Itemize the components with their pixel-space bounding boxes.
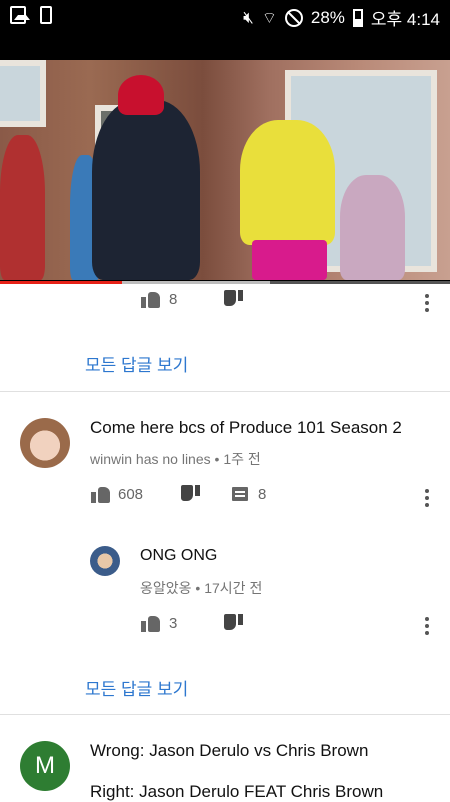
battery-icon [352,8,363,27]
comment-time: 1주 전 [223,451,261,467]
reply-count: 8 [258,485,267,503]
thumbs-up-icon[interactable] [141,614,161,632]
battery-percent: 28% [310,7,345,27]
blocked-icon [284,8,303,27]
divider [0,391,450,392]
video-progress-bar[interactable] [0,281,450,284]
like-count: 3 [169,614,178,632]
gallery-icon [10,6,30,24]
thumbs-down-icon[interactable] [180,485,200,503]
reply-text: ONG ONG [140,547,218,564]
thumbs-up-icon[interactable] [91,485,111,503]
comment-text: Come here bcs of Produce 101 Season 2 [90,418,402,437]
reply-icon[interactable] [232,487,248,501]
comment-text-line1: Wrong: Jason Derulo vs Chris Brown [90,741,369,760]
avatar[interactable] [20,418,70,468]
thumbs-down-icon[interactable] [223,290,243,308]
reply-actions: 3 [141,614,243,632]
status-bar: 🔇︎ ⌔ 28% 오후 4:14 [0,0,450,32]
view-all-replies-link[interactable]: 모든 답글 보기 [85,351,188,376]
thumbs-up-icon[interactable] [141,290,161,308]
video-frame [0,60,450,280]
phone-icon [40,6,52,24]
reply-meta: 옹알았옹 • 17시간 전 [140,580,263,596]
like-count: 608 [118,485,144,503]
avatar[interactable] [90,546,120,576]
reply-time: 17시간 전 [204,580,263,596]
view-all-replies-link[interactable]: 모든 답글 보기 [85,675,188,700]
clock: 오후 4:14 [370,10,440,29]
comment-author[interactable]: winwin has no lines [90,451,211,467]
video-player[interactable] [0,32,450,284]
reply-author[interactable]: 옹알았옹 [140,580,192,596]
reply-actions: 8 [141,290,243,308]
comment-meta: winwin has no lines • 1주 전 [90,451,261,467]
progress-buffered [121,281,270,284]
wifi-icon: ⌔ [261,9,277,27]
progress-played [0,281,122,284]
mute-icon: 🔇︎ [243,7,254,27]
like-count: 8 [169,290,178,308]
avatar[interactable]: M [20,741,70,791]
more-options-icon[interactable] [425,294,429,312]
thumbs-down-icon[interactable] [223,614,243,632]
more-options-icon[interactable] [425,617,429,635]
comment-text-line2: Right: Jason Derulo FEAT Chris Brown [90,782,384,801]
comment-actions: 608 8 [91,485,266,503]
more-options-icon[interactable] [425,489,429,507]
divider [0,714,450,715]
